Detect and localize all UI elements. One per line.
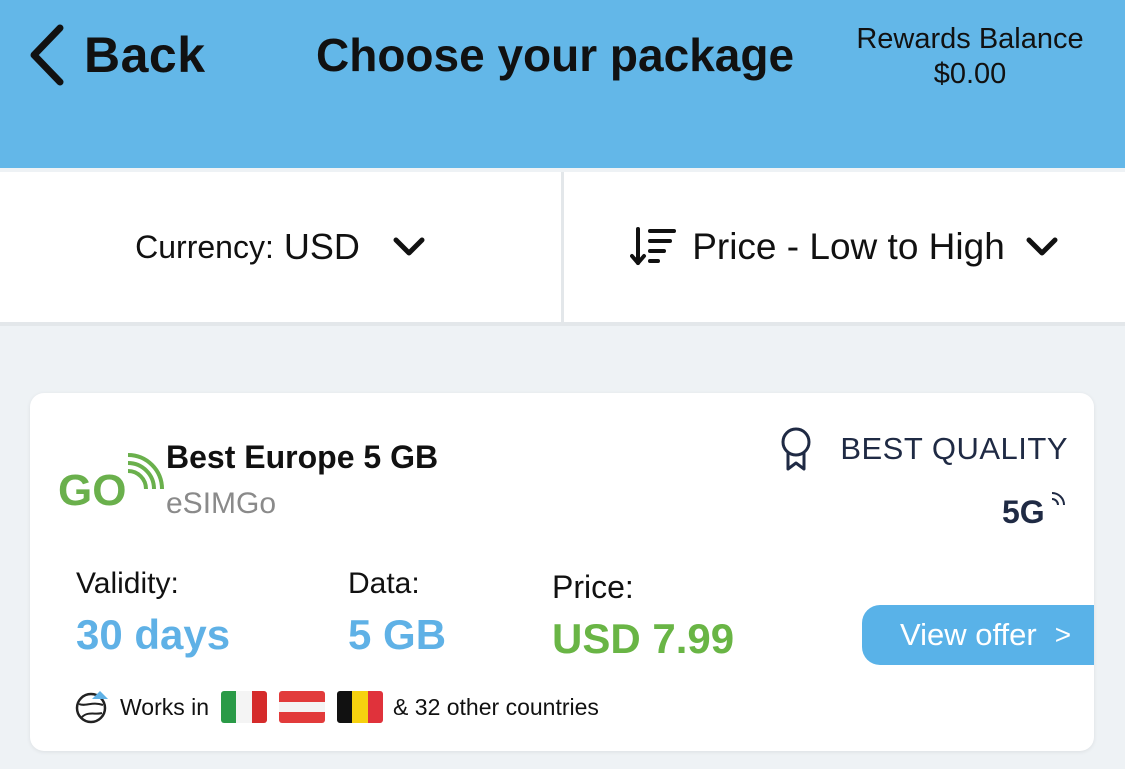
chevron-right-icon: > xyxy=(1054,619,1072,650)
flag-belgium-icon xyxy=(337,691,384,723)
sort-value: Price - Low to High xyxy=(692,226,1005,267)
package-card[interactable]: GO Best Europe 5 GB eSIMGo BEST QUALITY … xyxy=(30,393,1094,751)
top-header: Back Choose your package Rewards Balance… xyxy=(0,0,1125,168)
works-in-label: Works in xyxy=(120,693,210,720)
filter-bar: Currency: USD Price - Low to High xyxy=(0,172,1125,326)
5g-icon: 5G xyxy=(1002,492,1065,527)
validity-value: 30 days xyxy=(76,611,231,658)
page-title: Choose your package xyxy=(316,29,795,81)
currency-value: USD xyxy=(283,226,360,267)
rewards-balance: Rewards Balance $0.00 xyxy=(845,22,1095,92)
currency-dropdown[interactable]: Currency: USD xyxy=(0,172,564,322)
currency-label: Currency: xyxy=(135,228,274,265)
plan-name: Best Europe 5 GB xyxy=(166,439,439,475)
provider-name: eSIMGo xyxy=(166,487,277,520)
back-label: Back xyxy=(84,27,206,83)
esimgo-logo: GO xyxy=(58,453,164,511)
chevron-down-icon xyxy=(393,237,425,256)
data-label: Data: xyxy=(348,567,420,600)
chevron-left-icon xyxy=(30,24,64,86)
price-value: USD 7.99 xyxy=(552,615,735,662)
rewards-label: Rewards Balance xyxy=(856,23,1084,55)
chevron-down-icon xyxy=(1026,237,1058,256)
globe-network-icon xyxy=(75,691,108,724)
network-label: 5G xyxy=(1002,494,1045,527)
back-button[interactable]: Back xyxy=(24,22,206,88)
logo-text: GO xyxy=(58,466,126,511)
data-value: 5 GB xyxy=(348,611,447,658)
award-ribbon-icon xyxy=(781,427,811,471)
badge-label: BEST QUALITY xyxy=(840,431,1068,466)
other-countries-label: & 32 other countries xyxy=(393,693,599,720)
view-offer-button[interactable]: View offer > xyxy=(862,605,1094,665)
sort-dropdown[interactable]: Price - Low to High xyxy=(564,172,1125,322)
quality-badge: BEST QUALITY xyxy=(776,425,1068,473)
flag-austria-icon xyxy=(279,691,326,723)
flag-italy-icon xyxy=(221,691,268,723)
coverage-row: Works in & 32 other countries xyxy=(74,689,599,725)
validity-label: Validity: xyxy=(76,567,179,600)
price-label: Price: xyxy=(552,569,634,605)
rewards-value: $0.00 xyxy=(933,58,1007,90)
view-offer-label: View offer xyxy=(900,617,1037,652)
sort-descending-icon xyxy=(630,227,677,265)
